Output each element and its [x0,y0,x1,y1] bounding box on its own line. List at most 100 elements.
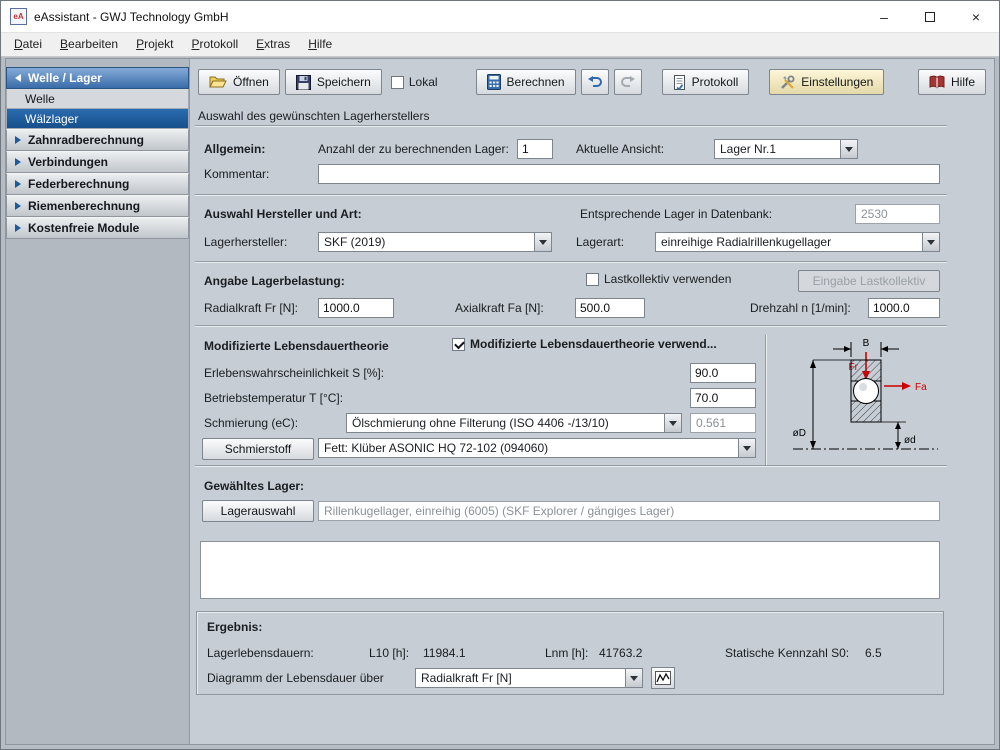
static-safety-label: Statische Kennzahl S0: [725,646,849,660]
bearing-selection-button[interactable]: Lagerauswahl [202,500,314,522]
comment-label: Kommentar: [204,167,269,181]
open-button-label: Öffnen [233,75,269,89]
sidebar-module-riemenberechnung[interactable]: Riemenberechnung [6,195,189,217]
local-checkbox[interactable] [391,76,404,89]
menu-protokoll[interactable]: Protokoll [182,33,247,56]
redo-button[interactable] [614,69,642,95]
survival-probability-input[interactable] [690,363,756,383]
app-body: Welle / Lager Welle Wälzlager Zahnradber… [5,58,995,745]
menu-bearbeiten[interactable]: Bearbeiten [51,33,127,56]
sidebar-module-zahnradberechnung[interactable]: Zahnradberechnung [6,129,189,151]
help-button-label: Hilfe [951,75,975,89]
bearing-count-label: Anzahl der zu berechnenden Lager: [318,142,509,156]
help-button[interactable]: Hilfe [918,69,986,95]
lnm-value: 41763.2 [599,646,642,660]
sidebar-header-label: Welle / Lager [28,71,102,85]
menu-projekt[interactable]: Projekt [127,33,182,56]
comment-input[interactable] [318,164,940,184]
selected-bearing-field: Rillenkugellager, einreihig (6005) (SKF … [318,501,940,521]
dim-b-label: B [863,338,870,349]
life-diagram-chart-button[interactable] [651,667,675,689]
section-selected-bearing-title: Gewähltes Lager: [204,479,304,493]
sidebar-module-label: Zahnradberechnung [28,133,144,147]
life-diagram-select[interactable]: Radialkraft Fr [N] [415,668,643,688]
load-collective-checkbox-row[interactable]: Lastkollektiv verwenden [586,272,731,286]
life-diagram-label: Diagramm der Lebensdauer über [207,671,384,685]
lubricant-button-label: Schmierstoff [225,442,291,456]
maximize-button[interactable] [907,1,953,33]
chevron-down-icon[interactable] [922,233,939,251]
separator-line [195,194,947,196]
current-view-select[interactable]: Lager Nr.1 [714,139,858,159]
sidebar-item-welle[interactable]: Welle [6,89,189,109]
section-life-theory-title: Modifizierte Lebensdauertheorie [204,339,389,353]
module-expanded-icon [15,74,21,82]
operating-temperature-input[interactable] [690,388,756,408]
folder-open-icon [209,75,227,89]
chevron-down-icon[interactable] [625,669,642,687]
chevron-down-icon[interactable] [840,140,857,158]
calculator-icon [487,74,501,90]
sidebar-module-verbindungen[interactable]: Verbindungen [6,151,189,173]
bearing-type-select[interactable]: einreihige Radialrillenkugellager [655,232,940,252]
sidebar-module-welle-lager[interactable]: Welle / Lager [6,67,189,89]
life-theory-checkbox[interactable] [452,338,465,351]
module-collapsed-icon [15,202,21,210]
app-icon: eA [10,8,27,25]
menu-hilfe[interactable]: Hilfe [299,33,341,56]
sidebar-item-waelzlager[interactable]: Wälzlager [6,109,189,129]
chevron-down-icon[interactable] [534,233,551,251]
chevron-down-icon[interactable] [738,439,755,457]
life-diagram-value: Radialkraft Fr [N] [416,671,625,685]
module-collapsed-icon [15,136,21,144]
info-text-area[interactable] [200,541,940,599]
separator-line [195,125,947,127]
database-count-field: 2530 [855,204,940,224]
lubricant-select[interactable]: Fett: Klüber ASONIC HQ 72-102 (094060) [318,438,756,458]
settings-button[interactable]: Einstellungen [769,69,884,95]
chevron-down-icon[interactable] [664,414,681,432]
section-load-title: Angabe Lagerbelastung: [204,274,345,288]
sidebar-item-label: Welle [25,92,55,106]
manufacturer-select[interactable]: SKF (2019) [318,232,552,252]
l10-label: L10 [h]: [369,646,409,660]
database-count-label: Entsprechende Lager in Datenbank: [580,207,772,221]
calculate-button[interactable]: Berechnen [476,69,576,95]
lubricant-value: Fett: Klüber ASONIC HQ 72-102 (094060) [319,441,738,455]
open-button[interactable]: Öffnen [198,69,280,95]
bearing-count-input[interactable] [517,139,553,159]
save-button[interactable]: Speichern [285,69,382,95]
main-panel: Öffnen Speichern Lokal Berechnen [189,59,994,744]
protocol-button[interactable]: Protokoll [662,69,750,95]
lubrication-value: Ölschmierung ohne Filterung (ISO 4406 -/… [347,416,664,430]
window-controls: – × [861,1,999,33]
document-icon [673,75,686,90]
lubrication-select[interactable]: Ölschmierung ohne Filterung (ISO 4406 -/… [346,413,682,433]
local-checkbox-row[interactable]: Lokal [391,75,438,89]
axial-force-label: Axialkraft Fa [N]: [455,301,544,315]
bearing-schematic: B Fr Fa øD [778,337,990,465]
minimize-button[interactable]: – [861,1,907,33]
lubricant-button[interactable]: Schmierstoff [202,438,314,460]
redo-icon [620,76,636,88]
menu-bar: Datei Bearbeiten Projekt Protokoll Extra… [1,33,999,57]
speed-input[interactable] [868,298,940,318]
load-collective-label: Lastkollektiv verwenden [604,272,731,286]
bearing-life-label: Lagerlebensdauern: [207,646,314,660]
sidebar-module-federberechnung[interactable]: Federberechnung [6,173,189,195]
bearing-selection-button-label: Lagerauswahl [221,504,296,518]
load-collective-checkbox[interactable] [586,273,599,286]
life-theory-checkbox-row[interactable]: Modifizierte Lebensdauertheorie verwend.… [452,337,717,351]
load-collective-button[interactable]: Eingabe Lastkollektiv [798,270,940,292]
operating-temperature-label: Betriebstemperatur T [°C]: [204,391,343,405]
close-button[interactable]: × [953,1,999,33]
sidebar-module-kostenfreie-module[interactable]: Kostenfreie Module [6,217,189,239]
separator-line [195,261,947,263]
section-manufacturer-title: Auswahl Hersteller und Art: [204,207,362,221]
sidebar-module-label: Federberechnung [28,177,129,191]
radial-force-input[interactable] [318,298,394,318]
menu-datei[interactable]: Datei [5,33,51,56]
menu-extras[interactable]: Extras [247,33,299,56]
undo-button[interactable] [581,69,609,95]
axial-force-input[interactable] [575,298,645,318]
